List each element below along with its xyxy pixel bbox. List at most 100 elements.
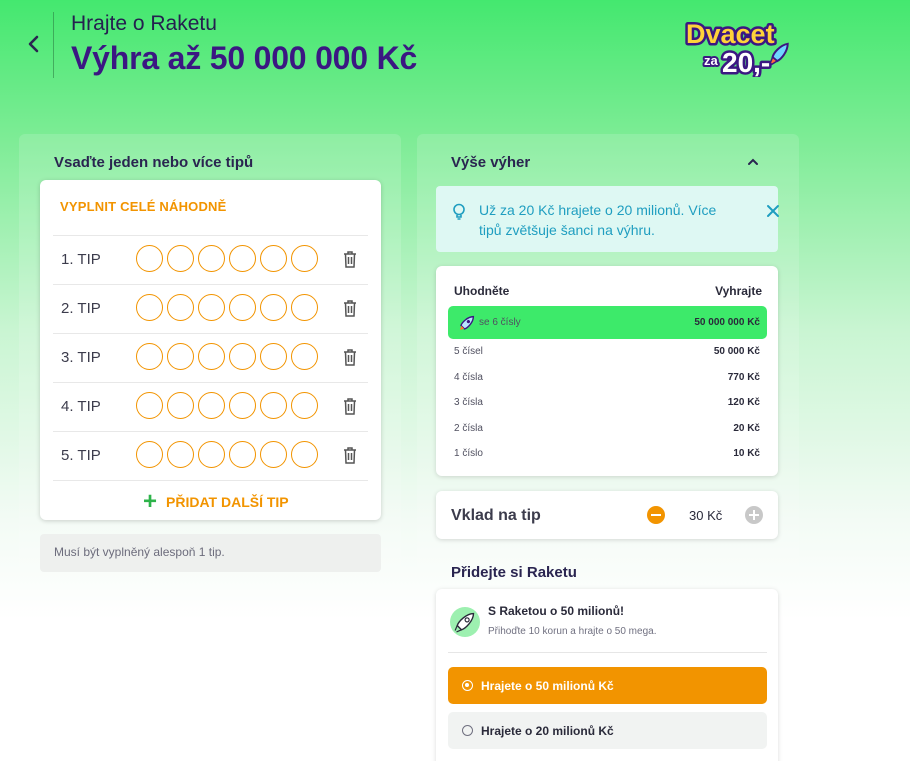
number-slot[interactable] xyxy=(229,441,256,468)
prizes-column: Výše výher Už za 20 Kč hrajete o 20 mili… xyxy=(417,134,799,761)
number-slot[interactable] xyxy=(260,392,287,419)
logo-text-dvacet: Dvacet xyxy=(686,19,775,49)
number-slot[interactable] xyxy=(136,294,163,321)
raketa-subtext: Přihoďte 10 korun a hrajte o 50 mega. xyxy=(488,626,657,637)
number-slot[interactable] xyxy=(167,392,194,419)
prize-guess: se 6 čísly xyxy=(479,317,521,328)
decrease-stake-button[interactable] xyxy=(647,506,665,524)
add-tip-label: PŘIDAT DALŠÍ TIP xyxy=(166,494,289,510)
number-slot[interactable] xyxy=(167,294,194,321)
column-header-guess: Uhodněte xyxy=(454,284,510,298)
increase-stake-button[interactable] xyxy=(745,506,763,524)
number-slot[interactable] xyxy=(198,441,225,468)
number-circles xyxy=(136,441,318,468)
number-slot[interactable] xyxy=(136,343,163,370)
trash-icon[interactable] xyxy=(343,447,357,464)
tip-label: 1. TIP xyxy=(61,251,101,268)
number-slot[interactable] xyxy=(198,245,225,272)
tip-row-4: 4. TIP xyxy=(53,382,368,431)
prize-win: 50 000 000 Kč xyxy=(694,317,760,328)
number-slot[interactable] xyxy=(229,392,256,419)
radio-selected xyxy=(462,680,473,691)
number-slot[interactable] xyxy=(167,441,194,468)
number-circles xyxy=(136,343,318,370)
stake-value: 30 Kč xyxy=(689,508,723,523)
number-slot[interactable] xyxy=(136,441,163,468)
prize-row: 1 číslo 10 Kč xyxy=(448,442,767,475)
page-title: Výhra až 50 000 000 Kč xyxy=(71,40,418,76)
prize-win: 50 000 Kč xyxy=(713,346,760,357)
option-20-million[interactable]: Hrajete o 20 milionů Kč xyxy=(448,712,767,749)
page-subtitle: Hrajte o Raketu xyxy=(71,12,217,35)
tip-row-3: 3. TIP xyxy=(53,333,368,382)
option-label: Hrajete o 20 milionů Kč xyxy=(481,724,614,738)
tip-label: 3. TIP xyxy=(61,349,101,366)
number-slot[interactable] xyxy=(167,343,194,370)
trash-icon[interactable] xyxy=(343,251,357,268)
number-slot[interactable] xyxy=(260,343,287,370)
tips-card: VYPLNIT CELÉ NÁHODNĚ 1. TIP 2. TIP 3. TI… xyxy=(40,180,381,520)
trash-icon[interactable] xyxy=(343,349,357,366)
logo-text-za: za xyxy=(704,53,719,68)
number-slot[interactable] xyxy=(198,392,225,419)
plus-icon: + xyxy=(143,488,158,515)
info-box: Už za 20 Kč hrajete o 20 milionů. Více t… xyxy=(436,186,780,252)
validation-note: Musí být vyplněný alespoň 1 tip. xyxy=(40,534,381,572)
chevron-up-icon[interactable] xyxy=(746,155,760,169)
number-slot[interactable] xyxy=(260,245,287,272)
number-slot[interactable] xyxy=(136,245,163,272)
rocket-icon xyxy=(459,315,475,331)
number-slot[interactable] xyxy=(291,294,318,321)
logo-text-20: 20,- xyxy=(722,47,770,77)
tip-row-1: 1. TIP xyxy=(53,235,368,284)
stake-selector: Vklad na tip 30 Kč xyxy=(436,491,778,539)
number-slot[interactable] xyxy=(229,245,256,272)
prize-win: 770 Kč xyxy=(727,372,760,383)
number-circles xyxy=(136,245,318,272)
number-circles xyxy=(136,294,318,321)
prize-win: 120 Kč xyxy=(727,397,760,408)
raketa-divider xyxy=(448,652,767,653)
random-fill-button[interactable]: VYPLNIT CELÉ NÁHODNĚ xyxy=(60,199,227,214)
number-slot[interactable] xyxy=(291,392,318,419)
tips-section-title: Vsaďte jeden nebo více tipů xyxy=(54,154,254,171)
number-slot[interactable] xyxy=(291,441,318,468)
prize-table: Uhodněte Vyhrajte se 6 čísly 50 000 000 … xyxy=(436,266,778,476)
trash-icon[interactable] xyxy=(343,398,357,415)
header-divider xyxy=(53,12,54,78)
tips-divider xyxy=(53,480,368,481)
number-slot[interactable] xyxy=(291,343,318,370)
tip-label: 2. TIP xyxy=(61,300,101,317)
number-slot[interactable] xyxy=(260,294,287,321)
add-tip-button[interactable]: + PŘIDAT DALŠÍ TIP xyxy=(143,490,289,514)
prize-guess: 4 čísla xyxy=(454,372,483,383)
back-arrow-icon[interactable] xyxy=(24,34,44,54)
close-icon[interactable] xyxy=(766,204,780,218)
number-slot[interactable] xyxy=(198,294,225,321)
number-slot[interactable] xyxy=(229,294,256,321)
stake-label: Vklad na tip xyxy=(451,507,541,524)
lightbulb-icon xyxy=(453,203,465,220)
prize-guess: 1 číslo xyxy=(454,448,483,459)
tip-label: 5. TIP xyxy=(61,447,101,464)
prize-row-jackpot: se 6 čísly 50 000 000 Kč xyxy=(448,306,767,339)
raketa-card: S Raketou o 50 milionů! Přihoďte 10 koru… xyxy=(436,589,778,761)
prize-guess: 2 čísla xyxy=(454,423,483,434)
tip-row-2: 2. TIP xyxy=(53,284,368,333)
option-50-million[interactable]: Hrajete o 50 milionů Kč xyxy=(448,667,767,704)
number-slot[interactable] xyxy=(136,392,163,419)
number-slot[interactable] xyxy=(260,441,287,468)
dvacet-za-20-logo: Dvacet za 20,- xyxy=(684,17,789,77)
rocket-icon xyxy=(450,607,480,637)
number-circles xyxy=(136,392,318,419)
number-slot[interactable] xyxy=(229,343,256,370)
info-text: Už za 20 Kč hrajete o 20 milionů. Více t… xyxy=(479,202,717,238)
number-slot[interactable] xyxy=(167,245,194,272)
number-slot[interactable] xyxy=(198,343,225,370)
tips-column: Vsaďte jeden nebo více tipů VYPLNIT CELÉ… xyxy=(19,134,401,574)
prize-win: 10 Kč xyxy=(733,448,760,459)
option-label: Hrajete o 50 milionů Kč xyxy=(481,679,614,693)
number-slot[interactable] xyxy=(291,245,318,272)
raketa-heading: S Raketou o 50 milionů! xyxy=(488,604,625,618)
trash-icon[interactable] xyxy=(343,300,357,317)
